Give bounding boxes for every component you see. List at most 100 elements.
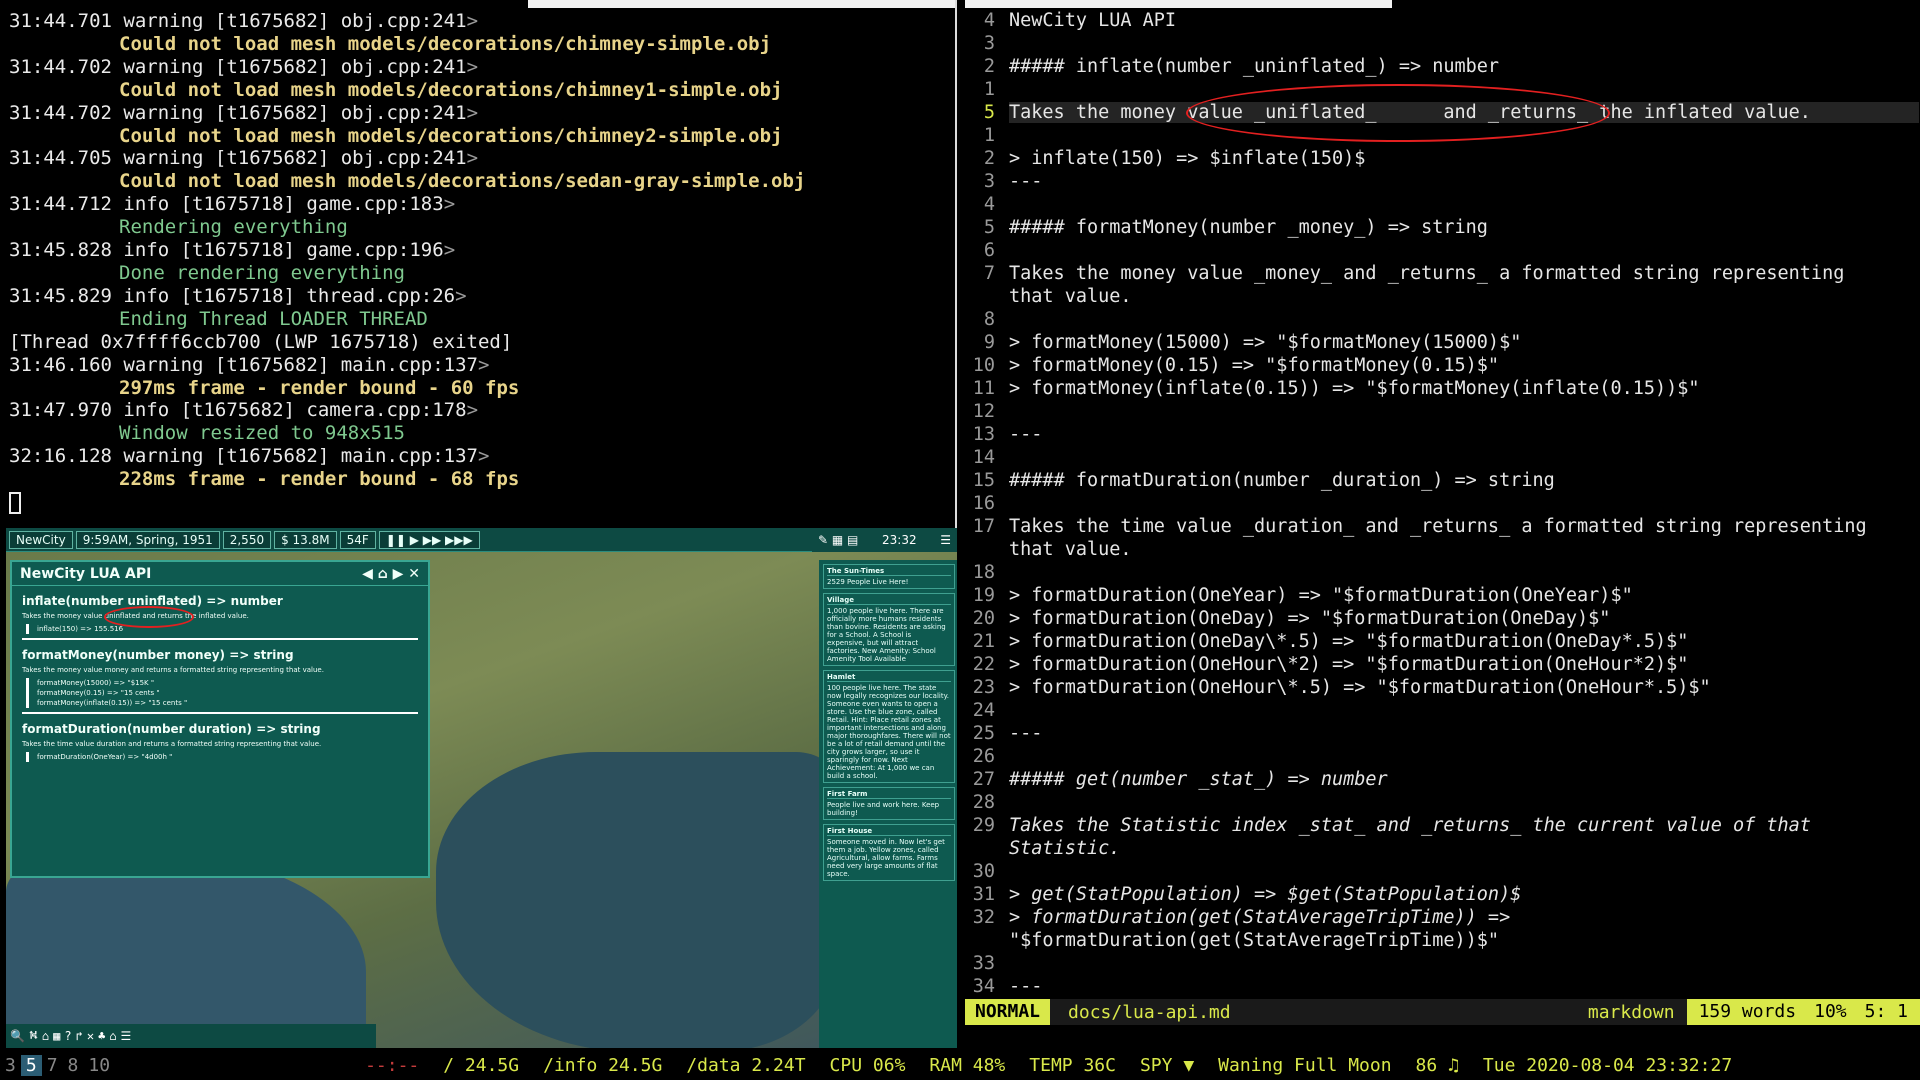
workspace-5[interactable]: 5 — [20, 1054, 42, 1076]
editor-line[interactable]: > formatDuration(OneDay\*.5) => "$format… — [1009, 631, 1688, 652]
workspace-10[interactable]: 10 — [83, 1055, 115, 1076]
zone-tool-icon[interactable]: ⌂ — [42, 1029, 49, 1043]
line-number: 33 — [972, 953, 995, 974]
game-toolbar[interactable]: 🔍 ⛕ ⌂ ▦ ? ↱ ✕ ♣ ⌂ ☰ — [6, 1024, 376, 1048]
editor-line[interactable]: Takes the time value _duration_ and _ret… — [1009, 516, 1867, 537]
cursor-info: 159 words 10% 5: 1 — [1686, 999, 1920, 1025]
news-card-body: 100 people live here. The state now lega… — [827, 684, 951, 780]
terminal-pane[interactable]: 31:44.701 warning [t1675682] obj.cpp:241… — [0, 8, 955, 528]
eraser-tool-icon[interactable]: ✕ — [87, 1029, 94, 1043]
editor-line[interactable]: > formatMoney(15000) => "$formatMoney(15… — [1009, 332, 1521, 353]
volume-readout[interactable]: 86 ♫ — [1392, 1055, 1459, 1076]
log-arrow: > — [455, 284, 467, 307]
log-message: Rendering everything — [119, 216, 348, 239]
workspace-list[interactable]: 3 5 7 8 10 — [0, 1054, 115, 1076]
editor-line[interactable]: Takes the money value _money_ and _retur… — [1009, 263, 1844, 284]
line-number: 31 — [972, 884, 995, 905]
log-arrow: > — [443, 193, 456, 216]
editor-line[interactable]: ##### inflate(number _uninflated_) => nu… — [1009, 56, 1499, 77]
home-tool-icon[interactable]: ⌂ — [109, 1029, 116, 1043]
line-number: 20 — [972, 608, 995, 629]
menu-icon[interactable]: ☰ — [940, 533, 951, 547]
line-number: 5 — [983, 217, 995, 238]
editor-line[interactable]: > formatDuration(OneDay) => "$formatDura… — [1009, 608, 1610, 629]
terminal-line: 31:44.702 warning [t1675682] obj.cpp:241… — [9, 102, 955, 125]
line-number: 3 — [983, 33, 995, 54]
workspace-8[interactable]: 8 — [63, 1055, 84, 1076]
news-card-body: 1,000 people live here. There are offici… — [827, 607, 946, 663]
file-type: markdown — [1587, 1001, 1675, 1023]
game-window[interactable]: NewCity 9:59AM, Spring, 1951 2,550 $ 13.… — [6, 528, 957, 1048]
news-card-title: Village — [827, 596, 951, 605]
log-arrow: > — [466, 10, 479, 32]
editor-line[interactable]: "$formatDuration(get(StatAverageTripTime… — [1009, 930, 1499, 951]
lua-code-line: formatMoney(15000) => "$15K " — [37, 679, 155, 687]
news-card-title: First House — [827, 827, 951, 836]
cpu-readout: CPU 06% — [829, 1054, 906, 1076]
lua-window-controls[interactable]: ◀ ⌂ ▶ ✕ — [362, 566, 420, 582]
workspace-3[interactable]: 3 — [0, 1055, 21, 1076]
newspaper-panel[interactable]: The Sun-Times 2529 People Live Here! Vil… — [819, 560, 957, 1048]
editor-line[interactable]: Statistic. — [1009, 838, 1120, 859]
editor-line[interactable]: > inflate(150) => $inflate(150)$ — [1009, 148, 1365, 169]
disk-root: / 24.5G — [443, 1054, 520, 1076]
line-number: 4 — [983, 194, 995, 215]
lua-code-inflate: inflate(150) => 155.516 — [26, 624, 418, 634]
news-header-card: The Sun-Times 2529 People Live Here! — [823, 564, 955, 589]
log-message: Window resized to 948x515 — [119, 422, 405, 445]
vim-editor[interactable]: 4 NewCity LUA API 3 2 ##### inflate(number _… — [965, 8, 1920, 1048]
editor-line[interactable]: --- — [1009, 976, 1042, 997]
help-icon[interactable]: ? — [64, 1029, 71, 1043]
editor-line[interactable]: ##### formatMoney(number _money_) => str… — [1009, 217, 1488, 238]
city-name[interactable]: NewCity — [9, 530, 73, 549]
weather-readout: 54F — [339, 530, 376, 549]
editor-line[interactable]: --- — [1009, 171, 1042, 192]
news-card[interactable]: Hamlet 100 people live here. The state no… — [823, 670, 955, 783]
line-number: 28 — [972, 792, 995, 813]
editor-line[interactable]: Takes the Statistic index _stat_ and _re… — [1009, 815, 1811, 836]
lua-api-window[interactable]: NewCity LUA API ◀ ⌂ ▶ ✕ inflate(number u… — [10, 560, 430, 878]
log-arrow: > — [466, 101, 479, 124]
line-number: 14 — [972, 447, 995, 468]
terminal-line: 32:16.128 warning [t1675682] main.cpp:13… — [9, 445, 955, 468]
log-header: 31:46.160 warning [t1675682] main.cpp:13… — [9, 353, 478, 376]
editor-line[interactable]: > formatMoney(0.15) => "$formatMoney(0.1… — [1009, 355, 1499, 376]
road-tool-icon[interactable]: ⛕ — [29, 1028, 38, 1044]
editor-line[interactable]: --- — [1009, 723, 1042, 744]
editor-line[interactable]: that value. — [1009, 539, 1132, 560]
editor-line[interactable]: ##### get(number _stat_) => number — [1009, 769, 1388, 790]
log-header: 31:47.970 info [t1675682] camera.cpp:178 — [9, 399, 467, 422]
line-number: 22 — [972, 654, 995, 675]
transit-tool-icon[interactable]: ↱ — [76, 1029, 83, 1043]
line-number: 27 — [972, 769, 995, 790]
news-card[interactable]: First House Someone moved in. Now let's g… — [823, 824, 955, 881]
building-tool-icon[interactable]: ▦ — [53, 1029, 60, 1043]
stock-readout: SPY ▼ — [1139, 1054, 1195, 1076]
line-number: 11 — [972, 378, 995, 399]
editor-line[interactable]: > formatDuration(OneYear) => "$formatDur… — [1009, 585, 1633, 606]
editor-line[interactable]: > formatDuration(get(StatAverageTripTime… — [1009, 907, 1510, 928]
editor-line[interactable]: > formatMoney(inflate(0.15)) => "$format… — [1009, 378, 1700, 399]
tree-tool-icon[interactable]: ♣ — [98, 1029, 105, 1043]
query-tool-icon[interactable]: 🔍 — [10, 1029, 25, 1043]
line-number: 3 — [983, 171, 995, 192]
news-icons[interactable]: ✎ ▦ ▤ — [818, 533, 858, 547]
news-card[interactable]: Village 1,000 people live here. There are… — [823, 593, 955, 666]
editor-line[interactable]: ##### formatDuration(number _duration_) … — [1009, 470, 1555, 491]
line-number: 2 — [983, 56, 995, 77]
workspace-7[interactable]: 7 — [42, 1055, 63, 1076]
news-subheader: 2529 People Live Here! — [827, 578, 909, 586]
speed-controls[interactable]: ❚❚ ▶ ▶▶ ▶▶▶ — [378, 530, 480, 549]
ram-readout: RAM 48% — [929, 1054, 1006, 1076]
news-card[interactable]: First Farm People live and work here. Kee… — [823, 787, 955, 820]
editor-line[interactable]: --- — [1009, 424, 1042, 445]
editor-line[interactable]: that value. — [1009, 286, 1132, 307]
log-header: 31:44.705 warning [t1675682] obj.cpp:241 — [9, 147, 467, 170]
line-number: 10 — [972, 355, 995, 376]
editor-line[interactable]: > get(StatPopulation) => $get(StatPopula… — [1009, 884, 1521, 905]
editor-line[interactable]: > formatDuration(OneHour\*2) => "$format… — [1009, 654, 1688, 675]
menu-tool-icon[interactable]: ☰ — [121, 1029, 132, 1043]
editor-line[interactable]: > formatDuration(OneHour\*.5) => "$forma… — [1009, 677, 1711, 698]
lua-code-line: formatMoney(inflate(0.15)) => "15 cents … — [37, 699, 188, 707]
editor-line[interactable]: NewCity LUA API — [1009, 10, 1176, 31]
